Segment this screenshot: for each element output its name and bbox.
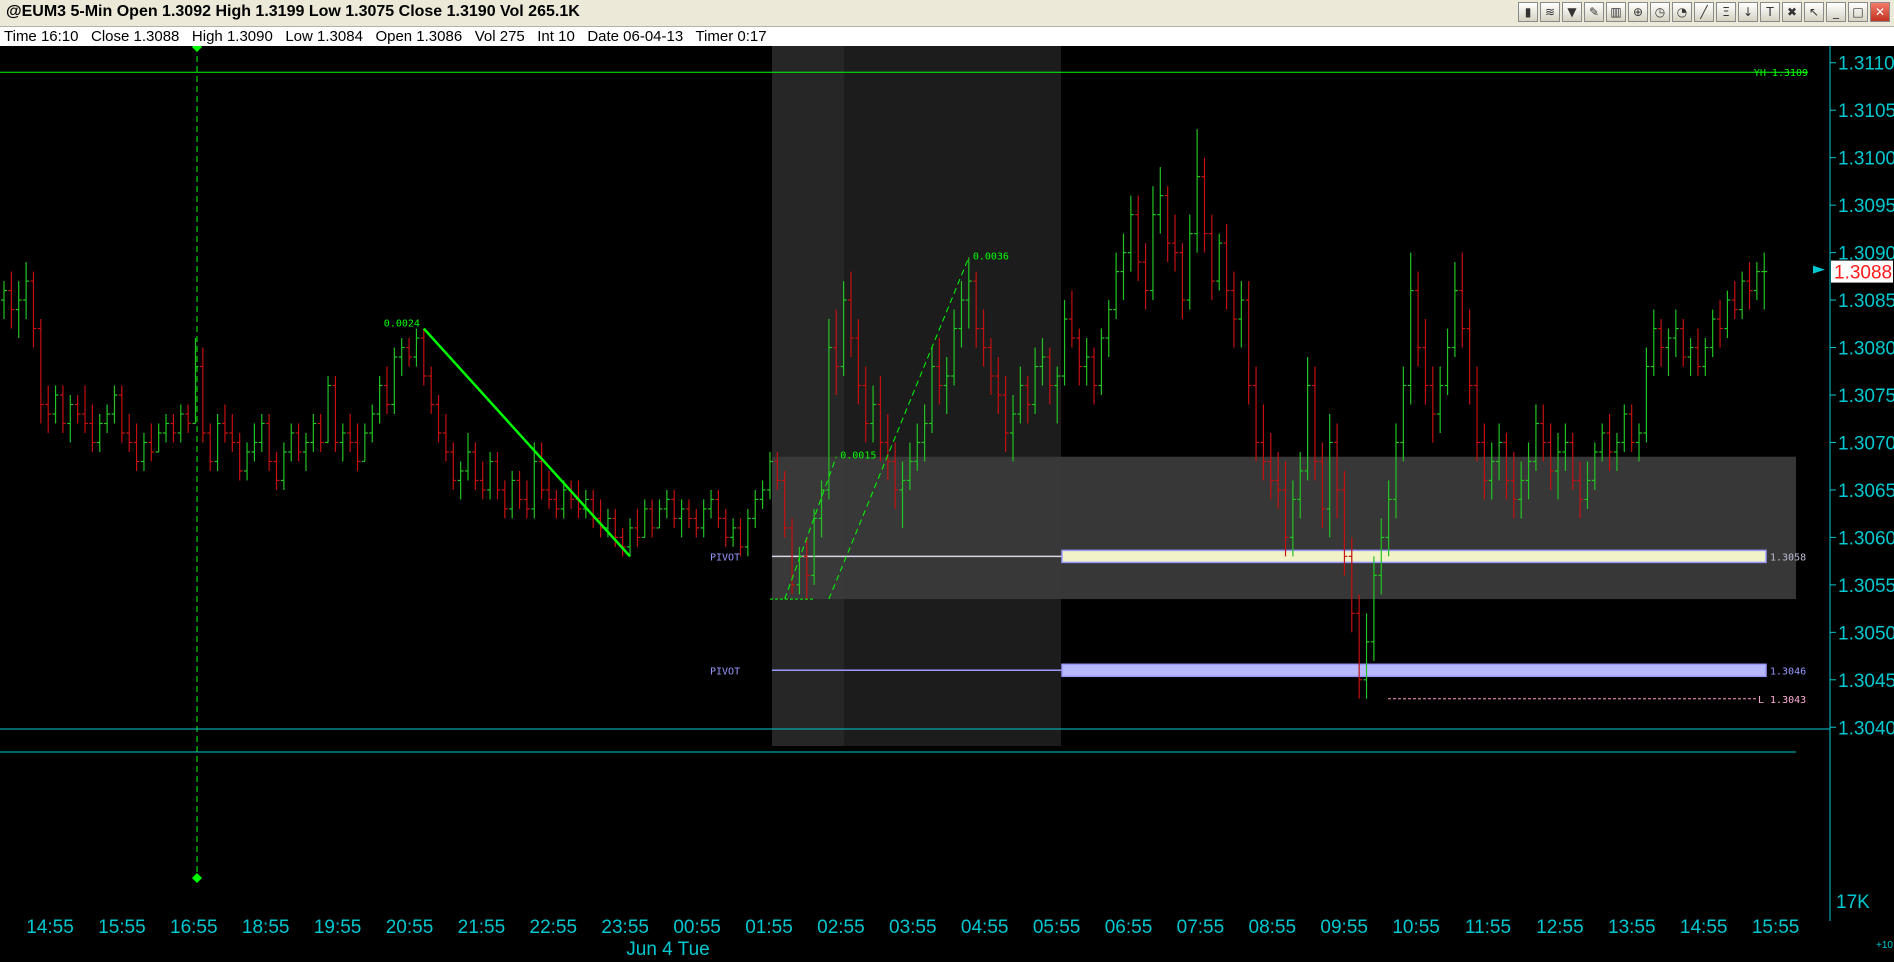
fib-icon[interactable]: Ξ: [1716, 2, 1736, 22]
session-low-label: L 1.3043: [1758, 695, 1806, 706]
info-close: Close 1.3088: [91, 28, 180, 45]
swing-label: 0.0015: [840, 451, 876, 462]
time-tick-label: 11:55: [1465, 917, 1511, 938]
time-tick-label: 03:55: [889, 917, 937, 938]
pivot-label: PIVOT: [710, 552, 740, 563]
time-tick-label: 14:55: [1680, 917, 1728, 938]
volume-scale-label: 17K: [1836, 892, 1870, 913]
price-tick-label: 1.3070: [1838, 433, 1894, 454]
toolbar: ▮ ≋ ▼ ✎ ▥ ⊕ ◷ ◔ ╱ Ξ ↓ T ✖ ↖ _ □ ✕: [1518, 2, 1890, 22]
time-tick-label: 00:55: [673, 917, 721, 938]
series-icon[interactable]: ≋: [1540, 2, 1560, 22]
bar-style-icon[interactable]: ▮: [1518, 2, 1538, 22]
time-tick-label: 16:55: [170, 917, 218, 938]
price-tick-label: 1.3095: [1838, 196, 1894, 217]
time-tick-label: 15:55: [98, 917, 146, 938]
pivot-value-label: 1.3058: [1770, 552, 1806, 563]
trash-icon[interactable]: ✖: [1782, 2, 1802, 22]
info-time: Time 16:10: [4, 28, 79, 45]
bar-chart-icon[interactable]: ▥: [1606, 2, 1626, 22]
price-tick-label: 1.3060: [1838, 528, 1894, 549]
time-tick-label: 14:55: [26, 917, 74, 938]
time-tick-label: 01:55: [745, 917, 793, 938]
last-price-label: 1.3088: [1834, 263, 1892, 284]
info-date: Date 06-04-13: [587, 28, 684, 45]
price-tick-label: 1.3055: [1838, 576, 1894, 597]
info-int: Int 10: [537, 28, 575, 45]
time-tick-label: 19:55: [314, 917, 362, 938]
time-tick-label: 06:55: [1105, 917, 1153, 938]
price-tick-label: 1.3080: [1838, 339, 1894, 360]
time-tick-label: 05:55: [1033, 917, 1081, 938]
time-tick-label: 15:55: [1752, 917, 1800, 938]
price-chart[interactable]: YH 1.3109PIVOT 1.3058PIVOT 1.3046L 1.3043 …: [0, 46, 1894, 962]
price-tick-label: 1.3045: [1838, 671, 1894, 692]
pivot-band: [1061, 549, 1767, 564]
info-timer: Timer 0:17: [695, 28, 767, 45]
time-tick-label: 21:55: [458, 917, 506, 938]
date-label: Jun 4 Tue: [626, 939, 709, 960]
time-tick-label: 13:55: [1608, 917, 1656, 938]
price-tick-label: 1.3110: [1838, 54, 1894, 75]
draw-line-icon[interactable]: ╱: [1694, 2, 1714, 22]
corner-label: +10: [1876, 940, 1893, 951]
zone-rect: [772, 456, 1796, 600]
price-tick-label: 1.3105: [1838, 101, 1894, 122]
yesterday-high-label: YH 1.3109: [1754, 68, 1808, 79]
time-tick-label: 09:55: [1320, 917, 1368, 938]
data-window-bar: Time 16:10 Close 1.3088 High 1.3090 Low …: [0, 27, 1894, 47]
zoom-icon[interactable]: ⊕: [1628, 2, 1648, 22]
price-tick-label: 1.3050: [1838, 623, 1894, 644]
gauge-icon[interactable]: ◔: [1672, 2, 1692, 22]
pencil-icon[interactable]: ✎: [1584, 2, 1604, 22]
price-tick-label: 1.3085: [1838, 291, 1894, 312]
window-title: @EUM3 5-Min Open 1.3092 High 1.3199 Low …: [6, 3, 580, 20]
time-tick-label: 02:55: [817, 917, 865, 938]
maximize-icon[interactable]: □: [1848, 2, 1868, 22]
supply-zone: [772, 456, 1796, 600]
time-tick-label: 07:55: [1177, 917, 1225, 938]
time-tick-label: 20:55: [386, 917, 434, 938]
time-tick-label: 08:55: [1249, 917, 1297, 938]
session-shade-early: [772, 46, 844, 746]
swing-label: 0.0036: [973, 251, 1009, 262]
minimize-icon[interactable]: _: [1826, 2, 1846, 22]
clock-icon[interactable]: ◷: [1650, 2, 1670, 22]
bar-info: Time 16:10 Close 1.3088 High 1.3090 Low …: [4, 28, 767, 45]
pivot-value-label: 1.3046: [1770, 666, 1806, 677]
time-tick-label: 12:55: [1536, 917, 1584, 938]
info-high: High 1.3090: [191, 28, 273, 45]
info-low: Low 1.3084: [285, 28, 363, 45]
time-tick-label: 23:55: [601, 917, 649, 938]
price-tick-label: 1.3100: [1838, 149, 1894, 170]
time-tick-label: 22:55: [530, 917, 578, 938]
text-icon[interactable]: T: [1760, 2, 1780, 22]
filter-icon[interactable]: ▼: [1562, 2, 1582, 22]
pivot-label: PIVOT: [710, 666, 740, 677]
close-icon[interactable]: ✕: [1870, 2, 1890, 22]
arrow-down-icon[interactable]: ↓: [1738, 2, 1758, 22]
info-vol: Vol 275: [474, 28, 525, 45]
time-tick-label: 04:55: [961, 917, 1009, 938]
info-open: Open 1.3086: [375, 28, 463, 45]
session-shading: [772, 46, 1061, 746]
price-tick-label: 1.3075: [1838, 386, 1894, 407]
title-bar: @EUM3 5-Min Open 1.3092 High 1.3199 Low …: [0, 0, 1894, 27]
swing-label: 0.0024: [384, 319, 420, 330]
price-tick-label: 1.3065: [1838, 481, 1894, 502]
pivot-band: [1061, 663, 1767, 678]
time-tick-label: 18:55: [242, 917, 290, 938]
time-tick-label: 10:55: [1392, 917, 1440, 938]
cursor-icon[interactable]: ↖: [1804, 2, 1824, 22]
price-tick-label: 1.3040: [1838, 718, 1894, 739]
